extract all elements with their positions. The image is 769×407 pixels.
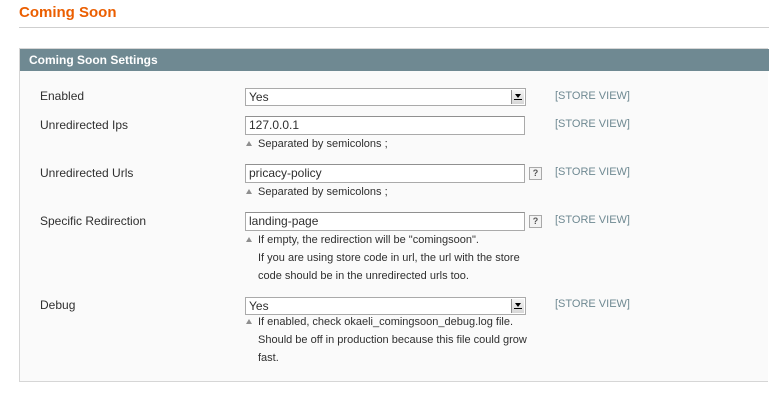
settings-fieldset: Coming Soon Settings Enabled Yes [STORE … <box>19 48 769 382</box>
unredirected-ips-note-text: Separated by semicolons ; <box>258 138 388 150</box>
triangle-up-icon <box>246 237 252 242</box>
debug-note: If enabled, check okaeli_comingsoon_debu… <box>246 313 527 367</box>
debug-select-value: Yes <box>249 299 269 313</box>
unredirected-ips-scope: [STORE VIEW] <box>555 118 630 130</box>
debug-scope: [STORE VIEW] <box>555 298 630 310</box>
unredirected-ips-note: Separated by semicolons ; <box>246 135 388 153</box>
unredirected-ips-label: Unredirected Ips <box>40 118 129 132</box>
triangle-up-icon <box>246 319 252 324</box>
unredirected-urls-scope: [STORE VIEW] <box>555 166 630 178</box>
unredirected-ips-input[interactable]: 127.0.0.1 <box>245 116 525 135</box>
specific-redirection-note-line-2: If you are using store code in url, the … <box>258 252 520 264</box>
debug-note-line-2: Should be off in production because this… <box>258 334 527 346</box>
specific-redirection-label: Specific Redirection <box>40 214 147 228</box>
enabled-label: Enabled <box>40 89 85 103</box>
enabled-select-value: Yes <box>249 90 269 104</box>
specific-redirection-note-line-1: If empty, the redirection will be "comin… <box>258 234 479 246</box>
config-page: Coming Soon Coming Soon Settings Enabled… <box>0 0 769 407</box>
section-header[interactable]: Coming Soon Settings <box>20 49 769 71</box>
question-icon[interactable]: ? <box>529 167 542 180</box>
triangle-up-icon <box>246 141 252 146</box>
debug-note-line-1: If enabled, check okaeli_comingsoon_debu… <box>258 316 514 328</box>
unredirected-urls-note-text: Separated by semicolons ; <box>258 186 388 198</box>
unredirected-urls-note: Separated by semicolons ; <box>246 183 388 201</box>
debug-note-line-3: fast. <box>258 352 279 364</box>
specific-redirection-input[interactable]: landing-page <box>245 212 525 231</box>
unredirected-urls-label: Unredirected Urls <box>40 166 134 180</box>
unredirected-urls-input[interactable]: pricacy-policy <box>245 164 525 183</box>
question-icon[interactable]: ? <box>529 215 542 228</box>
specific-redirection-note-line-3: code should be in the unredirected urls … <box>258 270 469 282</box>
enabled-scope: [STORE VIEW] <box>555 90 630 102</box>
title-divider <box>19 27 769 28</box>
specific-redirection-scope: [STORE VIEW] <box>555 214 630 226</box>
enabled-select[interactable]: Yes <box>245 88 526 106</box>
triangle-up-icon <box>246 189 252 194</box>
chevron-down-icon[interactable] <box>511 90 524 104</box>
chevron-down-icon[interactable] <box>511 299 524 313</box>
debug-label: Debug <box>40 298 76 312</box>
page-title: Coming Soon <box>19 4 117 21</box>
specific-redirection-note: If empty, the redirection will be "comin… <box>246 231 520 285</box>
